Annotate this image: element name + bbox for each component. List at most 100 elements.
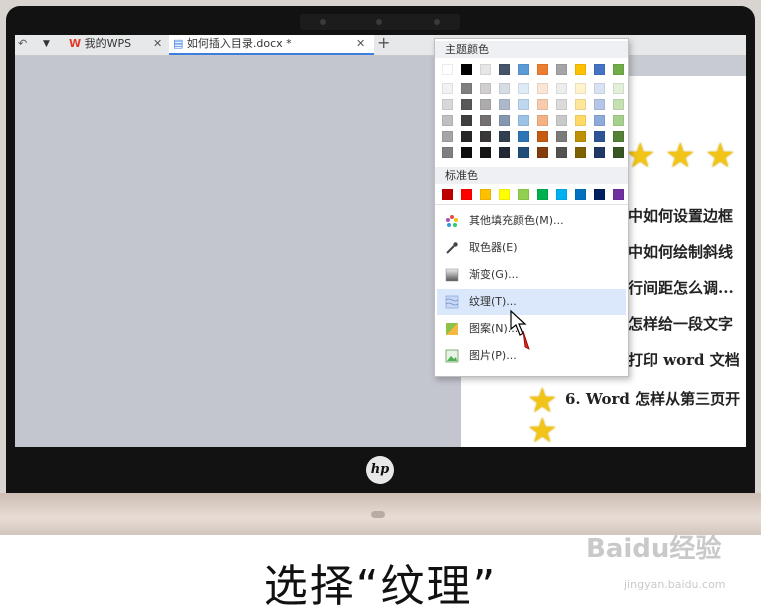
color-swatch[interactable] xyxy=(442,147,453,158)
more-fill-colors-item[interactable]: 其他填充颜色(M)... xyxy=(437,208,626,234)
color-swatch[interactable] xyxy=(537,83,548,94)
pattern-item[interactable]: 图案(N)... xyxy=(437,316,626,342)
tab-document[interactable]: ▤ 如何插入目录.docx * xyxy=(169,35,374,55)
theme-colors-title: 主题颜色 xyxy=(435,41,628,58)
toc-line[interactable]: 怎样给一段文字 xyxy=(628,313,733,334)
dropdown-icon[interactable]: ▼ xyxy=(43,39,50,49)
color-swatch[interactable] xyxy=(594,115,605,126)
color-swatch[interactable] xyxy=(499,131,510,142)
color-swatch[interactable] xyxy=(613,83,624,94)
color-swatch[interactable] xyxy=(594,99,605,110)
gradient-item[interactable]: 渐变(G)... xyxy=(437,262,626,288)
color-swatch[interactable] xyxy=(480,64,491,75)
color-swatch[interactable] xyxy=(461,115,472,126)
color-swatch[interactable] xyxy=(442,115,453,126)
color-swatch[interactable] xyxy=(499,83,510,94)
toc-line[interactable]: 中如何设置边框 xyxy=(628,205,733,226)
toc-line[interactable]: 行间距怎么调... xyxy=(628,277,734,298)
tab-label: 我的WPS xyxy=(84,37,132,50)
color-swatch[interactable] xyxy=(518,99,529,110)
color-swatch[interactable] xyxy=(442,189,453,200)
color-swatch[interactable] xyxy=(461,147,472,158)
color-swatch[interactable] xyxy=(480,189,491,200)
star-icon: ★ xyxy=(527,411,558,447)
color-swatch[interactable] xyxy=(461,64,472,75)
color-swatch[interactable] xyxy=(594,147,605,158)
color-swatch[interactable] xyxy=(594,83,605,94)
texture-item[interactable]: 纹理(T)... xyxy=(437,289,626,315)
color-swatch[interactable] xyxy=(613,189,624,200)
color-swatch[interactable] xyxy=(518,147,529,158)
eyedropper-item[interactable]: 取色器(E) xyxy=(437,235,626,261)
color-swatch[interactable] xyxy=(575,131,586,142)
toc-line[interactable]: 中如何绘制斜线 xyxy=(628,241,733,262)
color-swatch[interactable] xyxy=(499,147,510,158)
color-swatch[interactable] xyxy=(537,147,548,158)
color-swatch[interactable] xyxy=(518,131,529,142)
color-swatch[interactable] xyxy=(537,64,548,75)
color-swatch[interactable] xyxy=(537,99,548,110)
color-swatch[interactable] xyxy=(480,83,491,94)
color-swatch[interactable] xyxy=(594,64,605,75)
color-swatch[interactable] xyxy=(518,115,529,126)
color-swatch[interactable] xyxy=(537,115,548,126)
new-tab-icon[interactable]: + xyxy=(377,35,390,52)
close-tab-icon[interactable]: ✕ xyxy=(153,35,162,53)
color-swatch[interactable] xyxy=(556,115,567,126)
color-swatch[interactable] xyxy=(556,131,567,142)
color-swatch[interactable] xyxy=(556,64,567,75)
picture-item[interactable]: 图片(P)... xyxy=(437,343,626,369)
palette-icon xyxy=(446,215,458,227)
color-swatch[interactable] xyxy=(556,83,567,94)
standard-colors-title: 标准色 xyxy=(435,167,628,184)
color-swatch[interactable] xyxy=(499,99,510,110)
laptop-notch xyxy=(371,511,385,518)
color-swatch[interactable] xyxy=(461,189,472,200)
color-swatch[interactable] xyxy=(480,115,491,126)
color-swatch[interactable] xyxy=(461,83,472,94)
close-tab-icon[interactable]: ✕ xyxy=(356,35,365,53)
color-swatch[interactable] xyxy=(613,147,624,158)
color-swatch[interactable] xyxy=(480,147,491,158)
color-swatch[interactable] xyxy=(613,64,624,75)
color-swatch[interactable] xyxy=(556,99,567,110)
color-swatch[interactable] xyxy=(537,131,548,142)
toc-line[interactable]: 6. Word 怎样从第三页开 xyxy=(565,388,740,409)
color-swatch[interactable] xyxy=(461,131,472,142)
color-swatch[interactable] xyxy=(442,83,453,94)
color-swatch[interactable] xyxy=(518,83,529,94)
color-swatch[interactable] xyxy=(556,189,567,200)
menu-label: 其他填充颜色(M)... xyxy=(469,214,564,227)
tab-label: 如何插入目录.docx * xyxy=(186,37,292,50)
color-swatch[interactable] xyxy=(442,64,453,75)
color-swatch[interactable] xyxy=(575,147,586,158)
color-swatch[interactable] xyxy=(613,99,624,110)
color-swatch[interactable] xyxy=(575,83,586,94)
color-swatch[interactable] xyxy=(594,189,605,200)
color-swatch[interactable] xyxy=(480,99,491,110)
color-swatch[interactable] xyxy=(518,189,529,200)
color-swatch[interactable] xyxy=(575,115,586,126)
color-swatch[interactable] xyxy=(613,131,624,142)
eyedropper-icon xyxy=(446,242,458,254)
color-swatch[interactable] xyxy=(575,99,586,110)
color-swatch[interactable] xyxy=(594,131,605,142)
toc-line[interactable]: 打印 word 文档 xyxy=(628,349,740,370)
color-swatch[interactable] xyxy=(556,147,567,158)
color-swatch[interactable] xyxy=(575,189,586,200)
color-swatch[interactable] xyxy=(518,64,529,75)
picture-icon xyxy=(445,349,459,363)
color-swatch[interactable] xyxy=(442,131,453,142)
color-swatch[interactable] xyxy=(499,115,510,126)
color-swatch[interactable] xyxy=(537,189,548,200)
color-swatch[interactable] xyxy=(480,131,491,142)
color-swatch[interactable] xyxy=(499,189,510,200)
color-swatch[interactable] xyxy=(613,115,624,126)
back-arrow-icon[interactable]: ↶ xyxy=(18,37,27,50)
color-swatch[interactable] xyxy=(575,64,586,75)
tab-my-wps[interactable]: W 我的WPS xyxy=(69,35,131,55)
color-swatch[interactable] xyxy=(499,64,510,75)
color-swatch[interactable] xyxy=(442,99,453,110)
color-swatch[interactable] xyxy=(461,99,472,110)
mouse-cursor-icon xyxy=(510,309,530,350)
